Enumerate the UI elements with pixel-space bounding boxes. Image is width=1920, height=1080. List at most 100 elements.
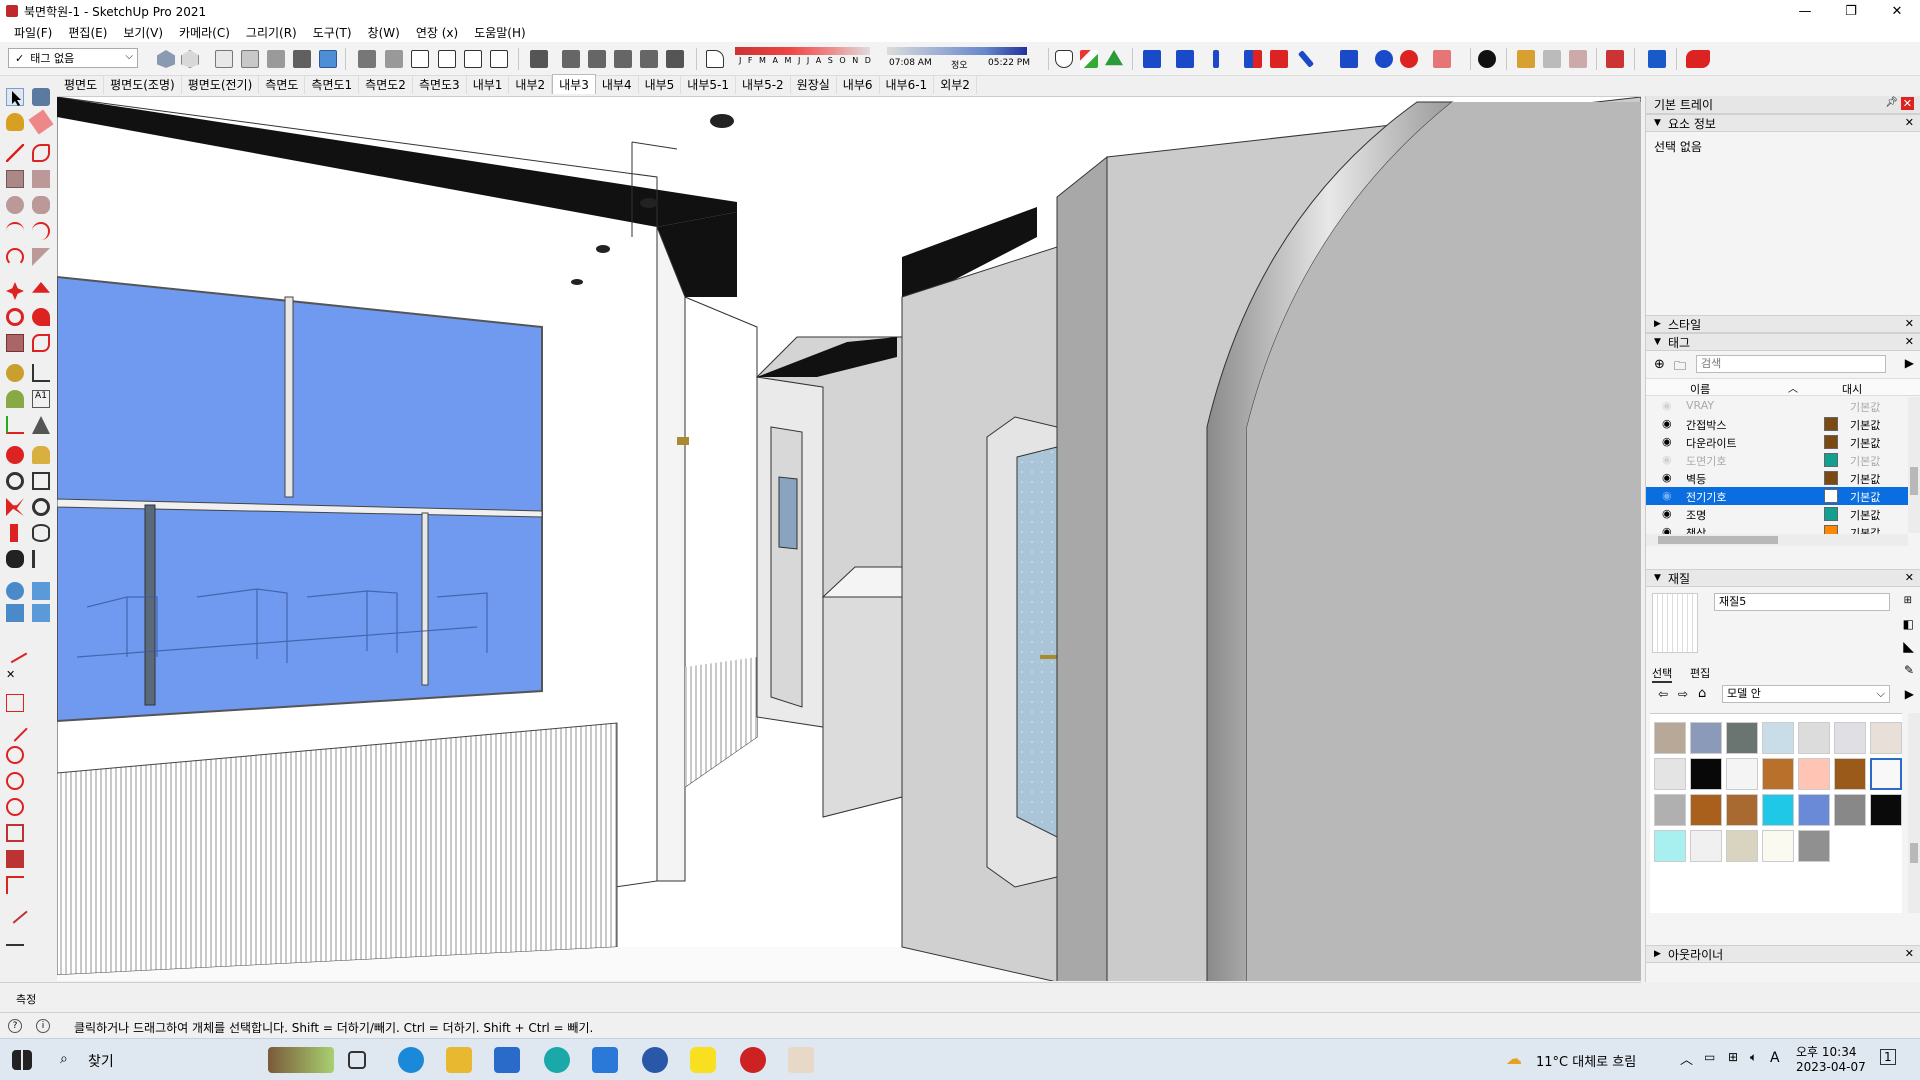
panel-close-icon[interactable]: ✕	[1905, 116, 1914, 129]
weather-text[interactable]: 11°C 대체로 흐림	[1536, 1051, 1636, 1070]
kakaotalk-icon[interactable]	[690, 1047, 716, 1073]
layer-tool-icon-1[interactable]	[530, 50, 548, 68]
material-swatch[interactable]	[1726, 722, 1758, 754]
monochrome-style-icon[interactable]	[293, 50, 311, 68]
rotate-icon[interactable]	[6, 308, 24, 326]
walk-icon[interactable]	[6, 550, 24, 568]
plugin-icon-7[interactable]	[1340, 50, 1358, 68]
eye-hidden-icon[interactable]: ◉	[1662, 453, 1672, 466]
zoom-extents-icon[interactable]	[6, 498, 24, 516]
sample-paint-icon[interactable]: ◣	[1903, 639, 1914, 655]
tag-dash[interactable]: 기본값	[1850, 399, 1880, 415]
freehand-icon[interactable]	[32, 144, 50, 162]
tag-color-swatch[interactable]	[1824, 489, 1838, 503]
right-view-icon[interactable]	[438, 50, 456, 68]
network-icon[interactable]: ▭	[1704, 1050, 1715, 1064]
material-swatch[interactable]	[1654, 722, 1686, 754]
sandbox-stamp-icon[interactable]	[32, 604, 50, 622]
material-swatch[interactable]	[1654, 830, 1686, 862]
tag-color-swatch[interactable]	[1824, 417, 1838, 431]
plugin-icon-11[interactable]	[1478, 50, 1496, 68]
edge-dev-icon[interactable]	[544, 1047, 570, 1073]
scene-tab[interactable]: 내부5-2	[736, 76, 791, 94]
scene-tab-active[interactable]: 내부3	[552, 74, 596, 94]
scene-tab[interactable]: 내부4	[596, 76, 639, 94]
follow-me-icon[interactable]	[32, 308, 50, 326]
home-icon[interactable]: ⌂	[1698, 686, 1706, 701]
plugin-icon-1[interactable]	[1143, 50, 1161, 68]
plugin-icon-4[interactable]	[1244, 50, 1262, 68]
tool-icon-e[interactable]	[6, 746, 24, 764]
arc-icon[interactable]	[6, 222, 24, 240]
sketchup-taskbar-icon[interactable]	[642, 1047, 668, 1073]
volume-icon[interactable]: 🔈︎	[1750, 1050, 1757, 1065]
eye-icon[interactable]: ◉	[1662, 417, 1672, 430]
close-button[interactable]: ✕	[1874, 0, 1920, 22]
rectangle-icon[interactable]	[6, 170, 24, 188]
eye-hidden-icon[interactable]: ◉	[1662, 489, 1672, 502]
scene-tab[interactable]: 내부2	[509, 76, 553, 94]
date-slider[interactable]	[735, 47, 870, 55]
tag-row[interactable]: ◉ 조명 기본값	[1646, 505, 1908, 523]
layer-tool-icon-3[interactable]	[588, 50, 606, 68]
scene-tab[interactable]: 평면도	[58, 76, 105, 94]
tag-dash[interactable]: 기본값	[1850, 453, 1880, 469]
scene-tab[interactable]: 측면도2	[359, 76, 413, 94]
maximize-button[interactable]: ❐	[1828, 0, 1874, 22]
details-arrow-icon[interactable]: ▶	[1905, 356, 1914, 370]
scene-tab[interactable]: 내부5	[639, 76, 682, 94]
materials-header[interactable]: ▼ 재질 ✕	[1646, 569, 1920, 587]
plugin-icon-8[interactable]	[1375, 50, 1393, 68]
tool-icon-k[interactable]	[2, 898, 28, 924]
line-icon[interactable]	[6, 144, 24, 162]
sort-up-icon[interactable]: ︿	[1788, 380, 1798, 395]
eye-icon[interactable]: ◉	[1662, 507, 1672, 520]
shaded-textures-style-icon[interactable]	[267, 50, 285, 68]
polygon-icon[interactable]	[32, 196, 50, 214]
material-swatch[interactable]	[1654, 794, 1686, 826]
material-library-select[interactable]: 모델 안 ⌵	[1722, 685, 1890, 703]
scene-tab[interactable]: 원장실	[791, 76, 837, 94]
tag-select[interactable]: ✓ 태그 없음 ⌵	[8, 48, 138, 68]
material-swatch[interactable]	[1870, 794, 1902, 826]
warehouse-icon[interactable]	[1648, 50, 1666, 68]
display-icon[interactable]: ⊞	[1728, 1050, 1738, 1064]
details-arrow-icon[interactable]: ▶	[1905, 687, 1914, 701]
material-swatch[interactable]	[1726, 794, 1758, 826]
text-icon[interactable]: A1	[32, 390, 50, 408]
plugin-icon-10[interactable]	[1433, 50, 1451, 68]
pin-icon[interactable]: 📌︎	[1885, 97, 1898, 108]
search-icon[interactable]: ⌕	[60, 1051, 68, 1067]
tag-dash[interactable]: 기본값	[1850, 507, 1880, 523]
top-view-icon[interactable]	[385, 50, 403, 68]
component-box-icon[interactable]	[1569, 50, 1587, 68]
geo-location-icon[interactable]: ?	[8, 1019, 22, 1033]
pie-icon[interactable]	[32, 248, 50, 266]
show-hidden-icons-icon[interactable]: ︿	[1680, 1049, 1693, 1068]
shadows-toggle-icon[interactable]	[706, 50, 724, 68]
sandbox-scratch-icon[interactable]	[32, 582, 50, 600]
add-tag-icon[interactable]: ⊕	[1654, 357, 1665, 372]
material-swatch[interactable]	[1762, 722, 1794, 754]
wireframe-style-icon[interactable]	[181, 50, 199, 68]
protractor-icon[interactable]	[6, 390, 24, 408]
front-view-icon[interactable]	[411, 50, 429, 68]
windows-start-icon[interactable]	[12, 1050, 32, 1070]
tag-row[interactable]: ◉ 간접박스 기본값	[1646, 415, 1908, 433]
menu-edit[interactable]: 편집(E)	[60, 24, 115, 41]
tag-color-swatch[interactable]	[1824, 507, 1838, 521]
shield-icon[interactable]	[1055, 50, 1073, 68]
material-swatch[interactable]	[1834, 758, 1866, 790]
outliner-header[interactable]: ▶ 아웃라이너 ✕	[1646, 945, 1920, 963]
tag-row[interactable]: ◉ 다운라이트 기본값	[1646, 433, 1908, 451]
task-view-icon[interactable]	[348, 1051, 366, 1069]
tag-color-swatch[interactable]	[1824, 435, 1838, 449]
material-swatch[interactable]	[1870, 722, 1902, 754]
component-icon[interactable]	[1517, 50, 1535, 68]
forward-arrow-icon[interactable]: ⇨	[1678, 687, 1688, 701]
paint-app-icon[interactable]	[788, 1047, 814, 1073]
material-swatch[interactable]	[1870, 758, 1902, 790]
tool-icon-h[interactable]	[6, 824, 24, 842]
tag-dash[interactable]: 기본값	[1850, 435, 1880, 451]
layer-tool-icon-2[interactable]	[562, 50, 580, 68]
